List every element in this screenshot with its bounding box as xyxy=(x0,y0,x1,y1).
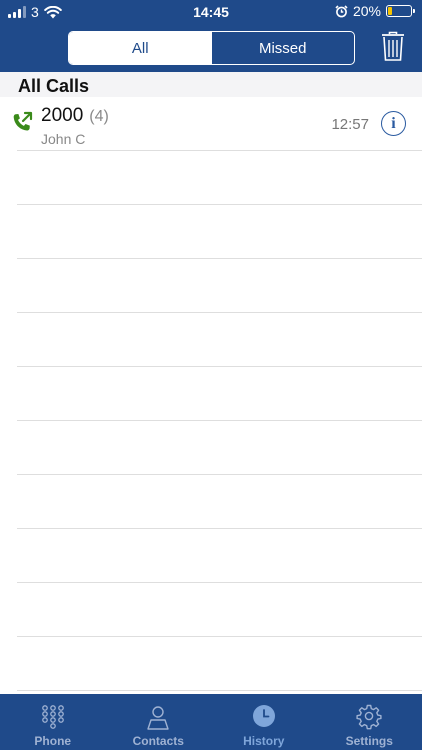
tab-history-label: History xyxy=(243,734,285,748)
gear-icon xyxy=(356,704,382,730)
list-divider xyxy=(17,366,422,367)
list-divider xyxy=(17,690,422,691)
tab-bar: Phone Contacts History Settings xyxy=(0,694,422,750)
call-number: 2000 (4) xyxy=(41,105,109,127)
tab-settings-label: Settings xyxy=(345,734,393,748)
list-divider xyxy=(17,204,422,205)
battery-icon xyxy=(386,5,415,17)
person-icon xyxy=(147,706,169,730)
list-divider xyxy=(17,150,422,151)
keypad-icon xyxy=(41,705,64,729)
list-divider xyxy=(17,258,422,259)
section-title: All Calls xyxy=(18,76,90,96)
trash-icon[interactable] xyxy=(381,31,405,61)
header: 3 14:45 20% All Missed xyxy=(0,0,422,72)
tab-contacts[interactable]: Contacts xyxy=(106,694,212,750)
call-count: (4) xyxy=(89,108,109,125)
segment-all[interactable]: All xyxy=(69,32,212,64)
outgoing-call-icon xyxy=(13,111,33,131)
segment-missed[interactable]: Missed xyxy=(212,32,355,64)
list-divider xyxy=(17,312,422,313)
list-divider xyxy=(17,528,422,529)
call-list-item[interactable]: 2000 (4) John C 12:57 i xyxy=(0,97,422,150)
call-number-value: 2000 xyxy=(41,105,84,126)
clock-icon xyxy=(252,705,275,727)
call-contact-name: John C xyxy=(41,131,86,147)
section-header: All Calls xyxy=(0,72,422,97)
list-divider xyxy=(17,420,422,421)
status-right: 20% xyxy=(335,3,415,19)
tab-settings[interactable]: Settings xyxy=(317,694,422,750)
call-time: 12:57 xyxy=(331,116,369,133)
info-button[interactable]: i xyxy=(381,111,406,136)
status-bar: 3 14:45 20% xyxy=(0,0,422,24)
list-divider xyxy=(17,474,422,475)
battery-percent: 20% xyxy=(352,3,381,19)
alarm-icon xyxy=(335,4,348,17)
tab-contacts-label: Contacts xyxy=(132,734,184,748)
battery-level xyxy=(388,7,393,15)
tab-phone-label: Phone xyxy=(34,734,72,748)
call-filter-segmented-control: All Missed xyxy=(68,31,355,65)
tab-history[interactable]: History xyxy=(211,694,317,750)
tab-phone[interactable]: Phone xyxy=(0,694,106,750)
list-divider xyxy=(17,636,422,637)
list-divider xyxy=(17,582,422,583)
info-icon: i xyxy=(391,114,396,132)
